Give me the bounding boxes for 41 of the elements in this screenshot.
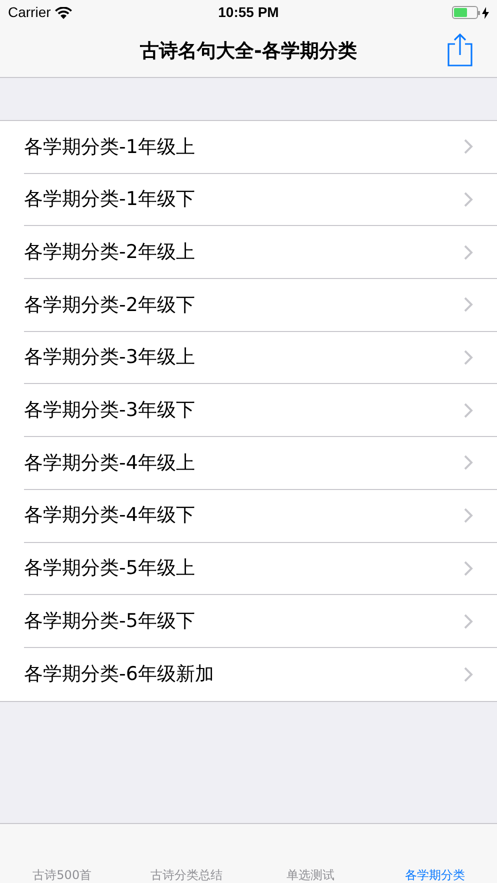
chevron-icon [464, 297, 473, 312]
row-label: 各学期分类-3年级下 [24, 398, 196, 424]
list-row[interactable]: 各学期分类-5年级下 [24, 595, 497, 648]
row-label: 各学期分类-2年级上 [24, 240, 196, 265]
row-label: 各学期分类-1年级下 [24, 187, 196, 212]
row-label: 各学期分类-4年级下 [24, 503, 196, 528]
list-row[interactable]: 各学期分类-3年级上 [24, 332, 497, 384]
list-row[interactable]: 各学期分类-4年级下 [24, 490, 497, 542]
row-label: 各学期分类-5年级上 [24, 556, 196, 582]
chevron-icon [464, 508, 473, 524]
row-label: 各学期分类-5年级下 [24, 608, 196, 634]
row-label: 各学期分类-2年级下 [24, 292, 196, 318]
wifi-icon [54, 6, 72, 18]
chevron-icon [464, 614, 473, 629]
row-label: 各学期分类-6年级新加 [24, 662, 215, 687]
clock-time: 10:55 PM [218, 3, 279, 22]
list-row[interactable]: 各学期分类-4年级上 [24, 437, 497, 490]
charging-icon [482, 6, 489, 18]
battery-icon [452, 6, 480, 19]
list-row[interactable]: 各学期分类-2年级上 [24, 226, 497, 280]
list-row[interactable]: 各学期分类-5年级上 [24, 542, 497, 596]
list-row[interactable]: 各学期分类-3年级下 [24, 384, 497, 438]
list-row[interactable]: 各学期分类-1年级下 [24, 174, 497, 226]
tab[interactable]: 各学期分类 [372, 868, 497, 882]
chevron-icon [464, 139, 473, 154]
chevron-icon [464, 455, 473, 470]
row-label: 各学期分类-4年级上 [24, 450, 196, 476]
row-label: 各学期分类-1年级上 [24, 134, 196, 160]
list-row[interactable]: 各学期分类-6年级新加 [24, 648, 497, 701]
chevron-icon [464, 350, 473, 366]
list-row[interactable]: 各学期分类-1年级上 [24, 121, 497, 174]
share-icon[interactable] [447, 33, 473, 67]
carrier-label: Carrier [8, 3, 51, 22]
chevron-icon [464, 560, 473, 576]
chevron-icon [464, 244, 473, 260]
nav-title: 古诗名句大全-各学期分类 [140, 38, 357, 64]
list-row[interactable]: 各学期分类-2年级下 [24, 279, 497, 332]
chevron-icon [464, 666, 473, 682]
chevron-icon [464, 402, 473, 418]
row-label: 各学期分类-3年级上 [24, 345, 196, 370]
chevron-icon [464, 192, 473, 208]
